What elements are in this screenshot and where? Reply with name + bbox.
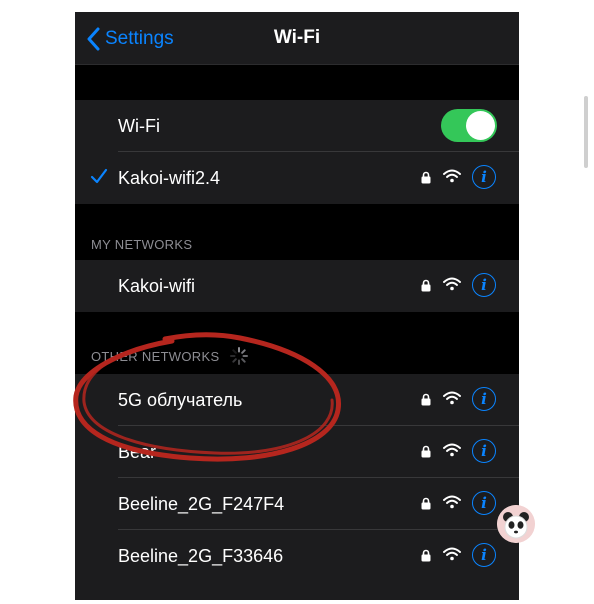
wifi-group: Wi-Fi Kakoi-wifi2.4 i <box>75 100 519 204</box>
navigation-bar: Settings Wi-Fi <box>75 12 519 65</box>
network-name: Kakoi-wifi <box>118 276 196 296</box>
info-button[interactable]: i <box>472 273 496 297</box>
settings-screen: Settings Wi-Fi Wi-Fi Kakoi-wifi2.4 i MY … <box>75 12 519 600</box>
info-button[interactable]: i <box>472 387 496 411</box>
network-row[interactable]: Beeline_2G_F247F4 i <box>75 478 519 530</box>
wifi-signal-icon <box>443 169 461 183</box>
spinner-icon <box>230 347 248 365</box>
my-networks-header: MY NETWORKS <box>91 237 193 252</box>
network-name: Bear <box>118 442 157 462</box>
avatar <box>497 505 535 543</box>
wifi-signal-icon <box>443 443 461 457</box>
connected-network-row[interactable]: Kakoi-wifi2.4 i <box>75 152 519 204</box>
checkmark-icon <box>90 168 108 184</box>
info-button[interactable]: i <box>472 543 496 567</box>
info-button[interactable]: i <box>472 491 496 515</box>
other-networks-group: 5G облучатель i Bear i Beeline_2G_F247F4… <box>75 374 519 600</box>
wifi-toggle-row: Wi-Fi <box>75 100 519 152</box>
network-name: Beeline_2G_F247F4 <box>118 494 285 514</box>
wifi-signal-icon <box>443 547 461 561</box>
network-row[interactable]: Bear i <box>75 426 519 478</box>
toggle-knob <box>466 111 495 140</box>
wifi-signal-icon <box>443 277 461 291</box>
lock-icon <box>421 549 431 562</box>
lock-icon <box>421 393 431 406</box>
lock-icon <box>421 171 431 184</box>
my-networks-group: Kakoi-wifi i <box>75 260 519 312</box>
wifi-toggle-label: Wi-Fi <box>118 116 160 136</box>
info-button[interactable]: i <box>472 439 496 463</box>
wifi-toggle-switch[interactable] <box>441 109 497 142</box>
network-name: 5G облучатель <box>118 390 243 410</box>
scrollbar[interactable] <box>584 96 588 168</box>
lock-icon <box>421 445 431 458</box>
network-row[interactable]: Beeline_2G_F33646 i <box>75 530 519 582</box>
lock-icon <box>421 279 431 292</box>
panda-avatar-icon <box>497 505 535 543</box>
other-networks-header: OTHER NETWORKS <box>91 349 220 364</box>
info-button[interactable]: i <box>472 165 496 189</box>
lock-icon <box>421 497 431 510</box>
network-name: Beeline_2G_F33646 <box>118 546 284 566</box>
wifi-signal-icon <box>443 495 461 509</box>
network-row[interactable]: Kakoi-wifi i <box>75 260 519 312</box>
wifi-signal-icon <box>443 391 461 405</box>
page-title: Wi-Fi <box>273 27 321 48</box>
network-name: Kakoi-wifi2.4 <box>118 168 221 188</box>
network-row[interactable]: 5G облучатель i <box>75 374 519 426</box>
